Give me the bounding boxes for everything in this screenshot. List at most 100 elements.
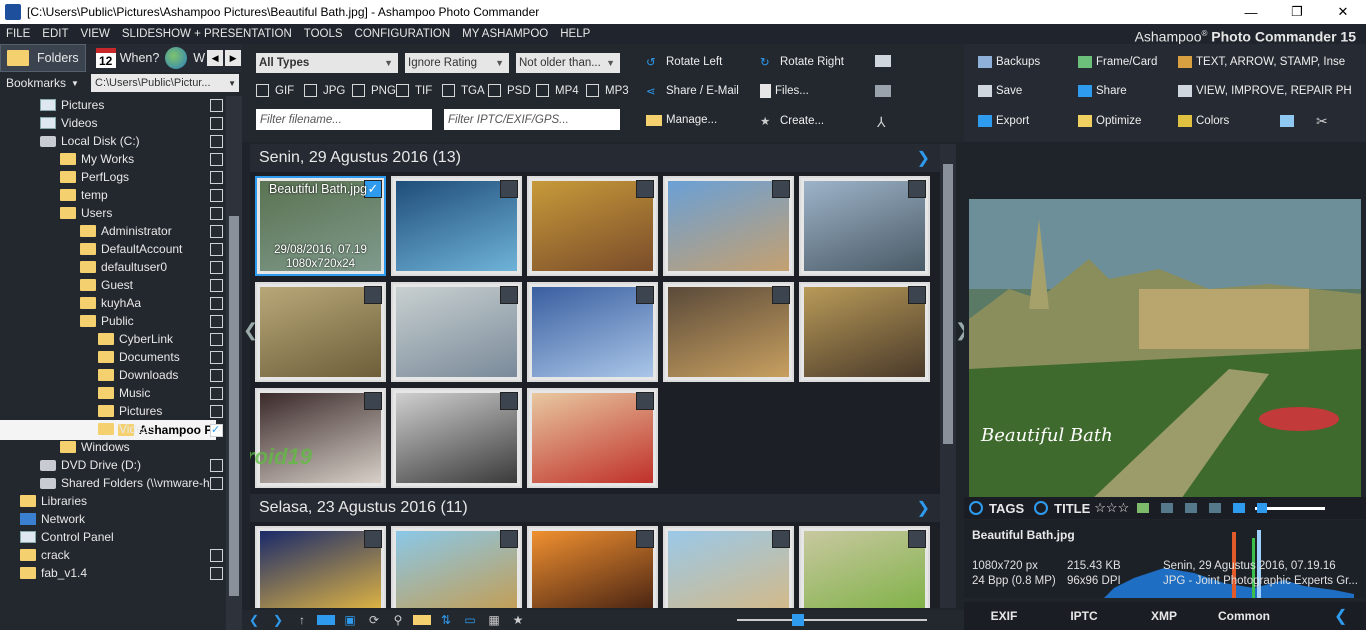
menu-configuration[interactable]: CONFIGURATION xyxy=(349,28,457,40)
checkbox-box[interactable] xyxy=(352,84,365,97)
tab-xmp[interactable]: XMP xyxy=(1124,609,1204,623)
thumbnail[interactable] xyxy=(663,176,794,276)
tree-checkbox[interactable] xyxy=(210,224,223,238)
thumbnail[interactable] xyxy=(255,526,386,608)
tree-checkbox[interactable] xyxy=(210,332,223,346)
tree-checkbox[interactable] xyxy=(210,296,223,310)
tree-node[interactable]: Guest xyxy=(0,276,226,294)
tree-node[interactable]: kuyhAa xyxy=(0,294,226,312)
thumbnail-checkbox[interactable] xyxy=(636,286,654,304)
tree-checkbox[interactable] xyxy=(210,278,223,292)
menu-edit[interactable]: EDIT xyxy=(36,28,74,40)
checkbox-box[interactable] xyxy=(256,84,269,97)
thumbnail-checkbox[interactable] xyxy=(908,286,926,304)
tree-node[interactable]: Pictures xyxy=(0,96,226,114)
tree-node[interactable]: DVD Drive (D:) xyxy=(0,456,226,474)
checkbox-box[interactable] xyxy=(536,84,549,97)
tree-checkbox[interactable] xyxy=(210,98,223,112)
thumbnail-checkbox[interactable] xyxy=(772,530,790,548)
tree-node[interactable]: Music xyxy=(0,384,226,402)
tab-exif[interactable]: EXIF xyxy=(964,609,1044,623)
search-icon[interactable]: ⚲ xyxy=(389,613,407,627)
tree-node[interactable]: temp xyxy=(0,186,226,204)
format-checkbox[interactable]: GIF xyxy=(256,84,294,97)
tags-label[interactable]: TAGS xyxy=(989,501,1024,516)
tree-checkbox[interactable] xyxy=(210,404,223,418)
scissors-icon[interactable]: ✂ xyxy=(1316,113,1328,130)
tree-checkbox[interactable] xyxy=(210,566,223,580)
format-checkbox[interactable]: JPG xyxy=(304,84,345,97)
tree-checkbox[interactable] xyxy=(210,242,223,256)
export-button[interactable]: Export xyxy=(978,115,1029,127)
thumbnail[interactable] xyxy=(799,176,930,276)
tree-checkbox[interactable] xyxy=(210,350,223,364)
tree-checkbox[interactable] xyxy=(210,368,223,382)
thumbnail-checkbox[interactable] xyxy=(908,530,926,548)
view-improve-repair-ph-button[interactable]: VIEW, IMPROVE, REPAIR PH xyxy=(1178,85,1352,97)
bookmarks-dropdown[interactable]: Bookmarks ▼ xyxy=(6,76,91,90)
format-checkbox[interactable]: TGA xyxy=(442,84,485,97)
tree-node[interactable]: DefaultAccount xyxy=(0,240,226,258)
path-dropdown[interactable]: C:\Users\Public\Pictur... ▼ xyxy=(91,74,239,92)
tree-node[interactable]: Libraries xyxy=(0,492,226,510)
when-tab[interactable]: When? xyxy=(120,51,160,65)
menu-my-ashampoo[interactable]: MY ASHAMPOO xyxy=(456,28,554,40)
thumbnail-checkbox[interactable] xyxy=(364,392,382,410)
tags-radio[interactable] xyxy=(969,501,983,515)
save-button[interactable]: Save xyxy=(978,85,1022,97)
refresh-icon[interactable]: ⟳ xyxy=(365,613,383,627)
close-button[interactable]: ✕ xyxy=(1320,0,1366,24)
thumbnail-checkbox[interactable] xyxy=(636,392,654,410)
manage-button[interactable]: Manage... xyxy=(646,114,717,126)
select-icon[interactable]: ▣ xyxy=(341,613,359,627)
w-tab[interactable]: W xyxy=(193,51,205,65)
calendar-icon[interactable]: 12 xyxy=(95,48,116,68)
thumbnail-checkbox[interactable] xyxy=(772,286,790,304)
thumbnail-checkbox[interactable] xyxy=(636,180,654,198)
menu-file[interactable]: FILE xyxy=(0,28,36,40)
view-icon[interactable] xyxy=(317,615,335,625)
thumbnail[interactable] xyxy=(391,526,522,608)
thumbnail[interactable] xyxy=(663,282,794,382)
thumbnail-checkbox[interactable] xyxy=(500,180,518,198)
share-email-button[interactable]: ⋖ Share / E-Mail xyxy=(646,84,739,98)
size-slider[interactable] xyxy=(1255,502,1326,513)
browser-scrollbar[interactable] xyxy=(940,144,956,608)
title-radio[interactable] xyxy=(1034,501,1049,515)
up-icon[interactable]: ↑ xyxy=(293,613,311,627)
image-icon[interactable] xyxy=(1233,503,1246,513)
tree-checkbox[interactable] xyxy=(210,476,223,490)
tree-node[interactable]: Network xyxy=(0,510,226,528)
thumbnail[interactable] xyxy=(527,526,658,608)
image-icon[interactable] xyxy=(1137,503,1150,513)
checkbox-box[interactable] xyxy=(442,84,455,97)
forward-icon[interactable]: ❯ xyxy=(269,613,287,627)
files-button[interactable]: Files... xyxy=(760,84,809,98)
tree-node[interactable]: PerfLogs xyxy=(0,168,226,186)
tab-common[interactable]: Common xyxy=(1204,609,1284,623)
thumbnail[interactable] xyxy=(255,282,386,382)
menu-slideshow[interactable]: SLIDESHOW + PRESENTATION xyxy=(116,28,298,40)
thumbnail-checkbox[interactable] xyxy=(908,180,926,198)
format-checkbox[interactable]: PNG xyxy=(352,84,396,97)
thumbnail-checkbox[interactable] xyxy=(500,392,518,410)
group-header[interactable]: Senin, 29 Agustus 2016 (13) ❯ xyxy=(250,144,940,172)
group-header[interactable]: Selasa, 23 Agustus 2016 (11) ❯ xyxy=(250,494,940,522)
tree-node[interactable]: Public xyxy=(0,312,226,330)
scroll-right-button[interactable]: ▶ xyxy=(225,50,242,66)
format-checkbox[interactable]: TIF xyxy=(396,84,432,97)
format-checkbox[interactable]: MP4 xyxy=(536,84,579,97)
tree-node[interactable]: defaultuser0 xyxy=(0,258,226,276)
tree-checkbox[interactable] xyxy=(210,170,223,184)
folder-options-icon[interactable]: ▭ xyxy=(461,613,479,627)
thumbnail[interactable] xyxy=(391,388,522,488)
collapse-icon[interactable]: ❮ xyxy=(1334,606,1347,626)
printer-icon[interactable] xyxy=(875,85,891,97)
tree-node[interactable]: Videos xyxy=(0,114,226,132)
format-checkbox[interactable]: MP3 xyxy=(586,84,629,97)
sort-icon[interactable]: ⇅ xyxy=(437,613,455,627)
tree-node[interactable]: Windows xyxy=(0,438,226,456)
tree-node[interactable]: CyberLink xyxy=(0,330,226,348)
tree-checkbox[interactable] xyxy=(210,152,223,166)
globe-icon[interactable] xyxy=(165,47,188,69)
